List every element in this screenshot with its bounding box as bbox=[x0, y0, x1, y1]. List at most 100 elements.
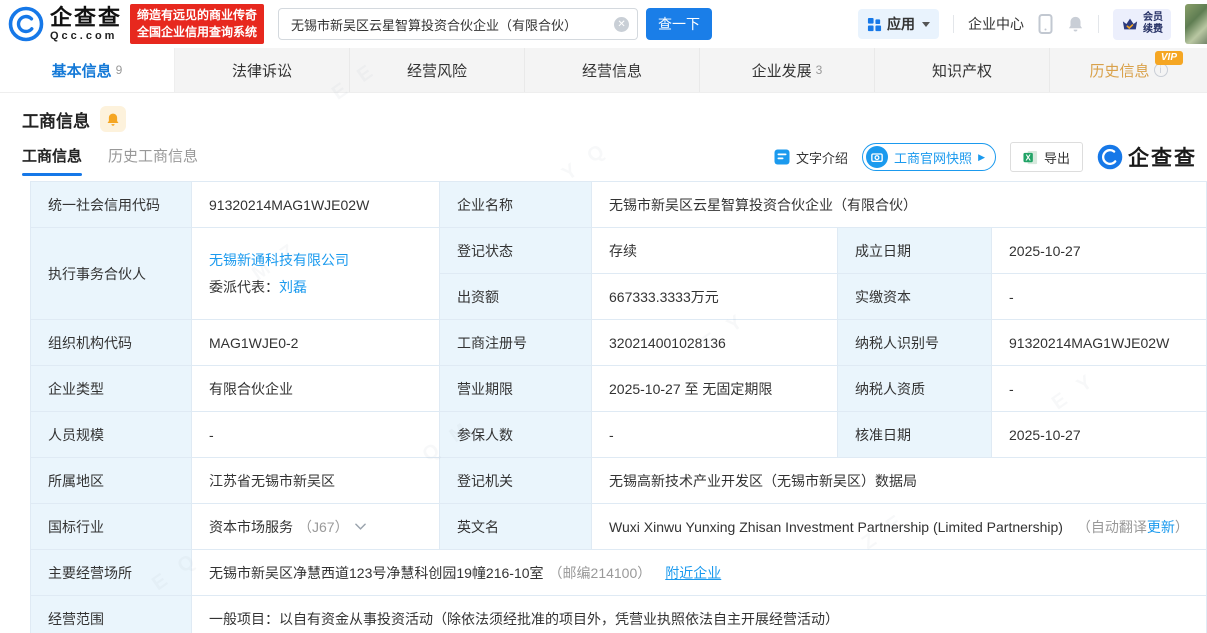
auto-translate-note: （自动翻译更新） bbox=[1077, 517, 1189, 537]
field-label: 参保人数 bbox=[440, 412, 591, 457]
delegate-line: 委派代表：刘磊 bbox=[209, 277, 307, 297]
brand-slogan: 缔造有远见的商业传奇 全国企业信用查询系统 bbox=[130, 4, 264, 45]
field-value: 无锡市新吴区云星智算投资合伙企业（有限合伙） bbox=[592, 182, 1206, 227]
qcc-company-page: E E Y Q M Z E Y Q M Z E E Y E Q 企查查 Qcc.… bbox=[0, 0, 1207, 633]
clear-search-icon[interactable]: ✕ bbox=[614, 17, 629, 32]
field-label: 经营范围 bbox=[31, 596, 191, 633]
enterprise-center-link[interactable]: 企业中心 bbox=[968, 14, 1024, 34]
field-value: - bbox=[992, 274, 1206, 319]
field-value: - bbox=[592, 412, 837, 457]
subscribe-bell-button[interactable] bbox=[100, 106, 126, 132]
tab-operation-info[interactable]: 经营信息 bbox=[525, 48, 700, 92]
partner-company-link[interactable]: 无锡新通科技有限公司 bbox=[209, 250, 349, 270]
field-label: 出资额 bbox=[440, 274, 591, 319]
tab-operation-risk[interactable]: 经营风险 bbox=[350, 48, 525, 92]
text-intro-label: 文字介绍 bbox=[796, 148, 848, 167]
svg-text:X: X bbox=[1025, 153, 1031, 162]
field-label: 工商注册号 bbox=[440, 320, 591, 365]
field-value: 无锡市新吴区净慧西道123号净慧科创园19幢216-10室 （邮编214100）… bbox=[192, 550, 1206, 595]
apps-grid-icon bbox=[867, 17, 882, 32]
info-icon: i bbox=[1154, 63, 1168, 77]
field-label: 实缴资本 bbox=[838, 274, 991, 319]
subtab-business-info[interactable]: 工商信息 bbox=[22, 145, 82, 176]
header-right: 应用 企业中心 bbox=[858, 4, 1207, 44]
brand-domain: Qcc.com bbox=[50, 31, 122, 42]
field-label: 所属地区 bbox=[31, 458, 191, 503]
field-value: 资本市场服务 （J67） bbox=[192, 504, 439, 549]
tab-intellectual-property[interactable]: 知识产权 bbox=[875, 48, 1050, 92]
toolbar: 文字介绍 工商官网快照 ▶ X bbox=[774, 142, 1197, 176]
field-value: 2025-10-27 bbox=[992, 412, 1206, 457]
bell-icon bbox=[106, 112, 120, 127]
apps-menu-button[interactable]: 应用 bbox=[858, 9, 939, 39]
field-value: 320214001028136 bbox=[592, 320, 837, 365]
section-title: 工商信息 bbox=[22, 107, 90, 132]
vip-renew-button[interactable]: 会员 续费 bbox=[1113, 9, 1171, 40]
chevron-down-icon[interactable] bbox=[355, 520, 366, 534]
slogan-line1: 缔造有远见的商业传奇 bbox=[137, 7, 257, 24]
user-avatar[interactable] bbox=[1185, 4, 1207, 44]
crown-icon bbox=[1121, 16, 1139, 32]
field-label: 核准日期 bbox=[838, 412, 991, 457]
nearby-companies-link[interactable]: 附近企业 bbox=[665, 563, 721, 583]
mobile-icon[interactable] bbox=[1038, 14, 1053, 34]
field-label: 登记机关 bbox=[440, 458, 591, 503]
subtab-toolbar-row: 工商信息 历史工商信息 文字介绍 bbox=[15, 142, 1207, 176]
camera-icon bbox=[866, 146, 888, 168]
field-value: 江苏省无锡市新吴区 bbox=[192, 458, 439, 503]
field-value: MAG1WJE0-2 bbox=[192, 320, 439, 365]
qcc-circle-icon bbox=[1097, 144, 1123, 170]
text-intro-button[interactable]: 文字介绍 bbox=[774, 148, 848, 167]
field-label: 企业名称 bbox=[440, 182, 591, 227]
slogan-line2: 全国企业信用查询系统 bbox=[137, 24, 257, 41]
tab-legal-litigation[interactable]: 法律诉讼 bbox=[175, 48, 350, 92]
vip-renew-label: 会员 续费 bbox=[1143, 12, 1163, 37]
field-label: 组织机构代码 bbox=[31, 320, 191, 365]
divider bbox=[953, 15, 954, 33]
update-translation-link[interactable]: 更新 bbox=[1147, 519, 1175, 535]
field-value: 一般项目：以自有资金从事投资活动（除依法须经批准的项目外，凭营业执照依法自主开展… bbox=[192, 596, 1206, 633]
field-value: 有限合伙企业 bbox=[192, 366, 439, 411]
field-value: 无锡新通科技有限公司 委派代表：刘磊 bbox=[192, 228, 439, 319]
field-value: 2025-10-27 bbox=[992, 228, 1206, 273]
subtab-history-business-info[interactable]: 历史工商信息 bbox=[108, 145, 198, 176]
delegate-name-link[interactable]: 刘磊 bbox=[279, 279, 307, 295]
qcc-watermark-logo: 企查查 bbox=[1097, 142, 1197, 172]
field-value: 91320214MAG1WJE02W bbox=[992, 320, 1206, 365]
excel-icon: X bbox=[1023, 150, 1038, 165]
main-tabbar: 基本信息9 法律诉讼 经营风险 经营信息 企业发展3 知识产权 VIP 历史信息… bbox=[0, 48, 1207, 93]
brand-text: 企查查 Qcc.com bbox=[50, 7, 122, 42]
field-label: 主要经营场所 bbox=[31, 550, 191, 595]
official-snapshot-button[interactable]: 工商官网快照 ▶ bbox=[862, 143, 996, 171]
field-value: 无锡高新技术产业开发区（无锡市新吴区）数据局 bbox=[592, 458, 1206, 503]
chevron-down-icon bbox=[922, 22, 930, 27]
qcc-logo-icon bbox=[8, 6, 44, 42]
field-value: 91320214MAG1WJE02W bbox=[192, 182, 439, 227]
top-header: 企查查 Qcc.com 缔造有远见的商业传奇 全国企业信用查询系统 ✕ 查一下 bbox=[0, 0, 1207, 48]
field-label: 登记状态 bbox=[440, 228, 591, 273]
tab-badge: 3 bbox=[816, 63, 823, 77]
content-area: 工商信息 工商信息 历史工商信息 文字介绍 bbox=[0, 93, 1207, 633]
vip-badge: VIP bbox=[1155, 51, 1183, 65]
business-info-table: 统一社会信用代码 91320214MAG1WJE02W 企业名称 无锡市新吴区云… bbox=[30, 181, 1207, 633]
snapshot-label: 工商官网快照 bbox=[894, 148, 972, 167]
export-label: 导出 bbox=[1044, 148, 1070, 167]
qcc-logo-text: 企查查 bbox=[1128, 142, 1197, 172]
brand-name: 企查查 bbox=[50, 7, 122, 29]
field-label: 国标行业 bbox=[31, 504, 191, 549]
field-label: 企业类型 bbox=[31, 366, 191, 411]
export-button[interactable]: X 导出 bbox=[1010, 142, 1083, 172]
field-label: 纳税人资质 bbox=[838, 366, 991, 411]
search-box[interactable]: ✕ bbox=[278, 8, 638, 40]
notification-bell-icon[interactable] bbox=[1067, 15, 1084, 33]
divider bbox=[1098, 15, 1099, 33]
tab-company-development[interactable]: 企业发展3 bbox=[700, 48, 875, 92]
qcc-logo[interactable]: 企查查 Qcc.com 缔造有远见的商业传奇 全国企业信用查询系统 bbox=[8, 4, 264, 45]
field-label: 纳税人识别号 bbox=[838, 320, 991, 365]
play-arrow-icon: ▶ bbox=[978, 152, 985, 163]
tab-history-info[interactable]: VIP 历史信息 i bbox=[1050, 48, 1207, 92]
tab-badge: 9 bbox=[116, 63, 123, 77]
search-button[interactable]: 查一下 bbox=[646, 8, 712, 40]
search-input[interactable] bbox=[291, 17, 614, 32]
tab-basic-info[interactable]: 基本信息9 bbox=[0, 48, 175, 92]
